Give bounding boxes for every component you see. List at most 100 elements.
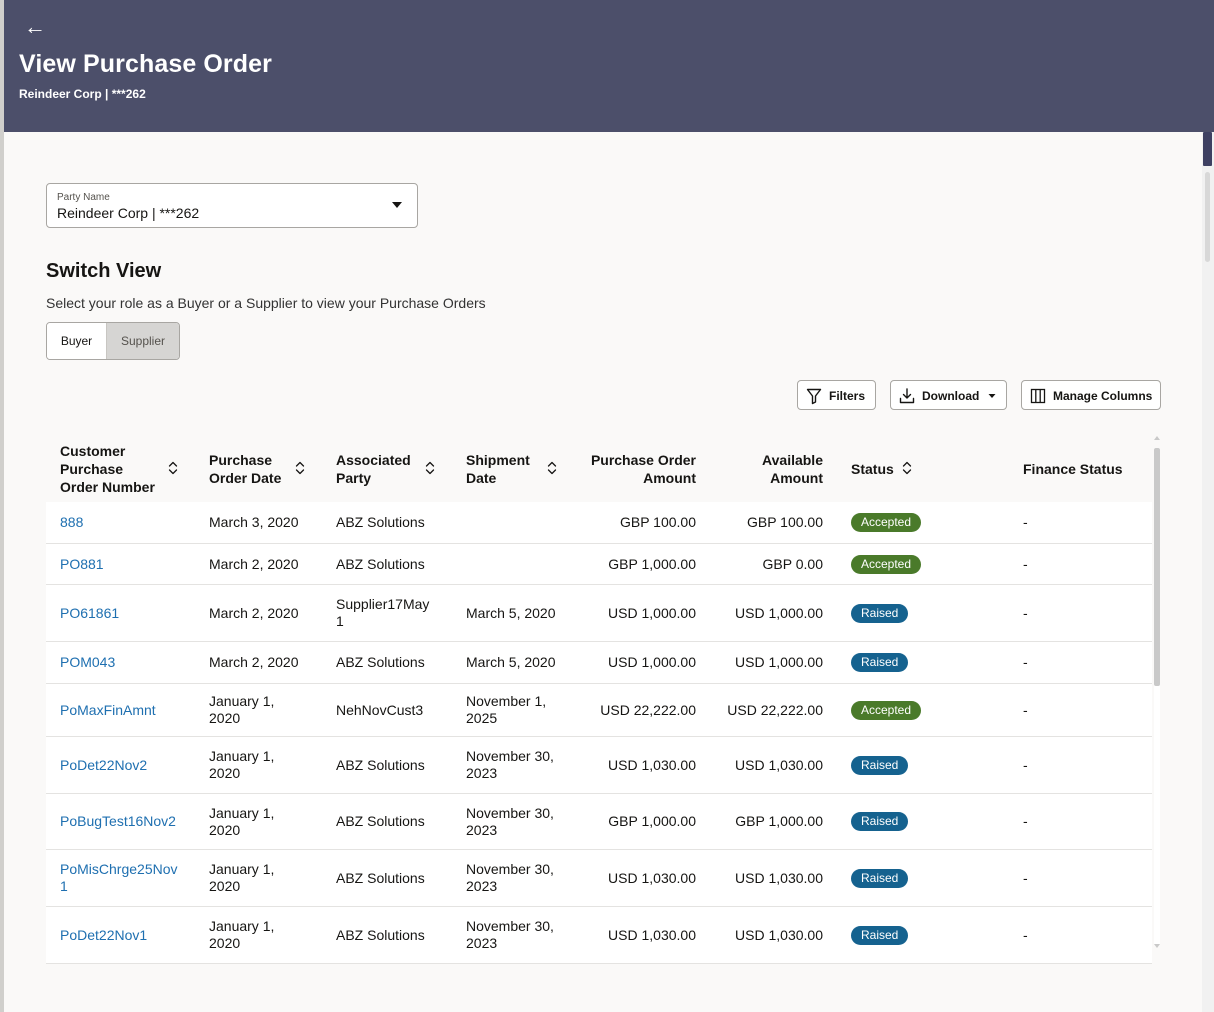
filters-button[interactable]: Filters [797,380,876,410]
page-scrollbar[interactable] [1202,132,1214,1012]
page-header: ← View Purchase Order Reindeer Corp | **… [4,0,1214,132]
status-badge: Accepted [851,513,922,532]
table-row: PoBugTest16Nov2 January 1, 2020 ABZ Solutio… [46,794,1152,850]
available-amount: GBP 1,000.00 [735,813,823,829]
finance-status: - [1023,702,1028,718]
status-badge: Raised [851,869,909,888]
finance-status: - [1023,556,1028,572]
columns-icon [1030,381,1046,422]
associated-party: ABZ Solutions [336,927,425,943]
po-amount: USD 22,222.00 [600,702,696,718]
download-button[interactable]: Download [890,380,1007,410]
sort-icon[interactable] [902,461,912,475]
buyer-toggle-button[interactable]: Buyer [47,323,107,359]
shipment-date: November 30, 2023 [466,805,554,838]
header-available-amount: Available Amount [762,452,823,486]
party-name-select[interactable]: Party Name Reindeer Corp | ***262 [46,183,418,228]
finance-status: - [1023,757,1028,773]
status-badge: Raised [851,604,909,623]
po-date: January 1, 2020 [209,805,275,838]
shipment-date: November 30, 2023 [466,918,554,951]
shipment-date: November 30, 2023 [466,748,554,781]
role-toggle: Buyer Supplier [46,322,180,360]
po-number-link[interactable]: 888 [60,514,190,531]
po-date: January 1, 2020 [209,918,275,951]
associated-party: ABZ Solutions [336,870,425,886]
finance-status: - [1023,605,1028,621]
shipment-date: November 30, 2023 [466,861,554,894]
po-number-link[interactable]: PoDet22Nov1 [60,927,190,944]
table-scrollbar-thumb[interactable] [1154,448,1160,686]
po-amount: USD 1,000.00 [608,605,696,621]
associated-party: ABZ Solutions [336,556,425,572]
shipment-date: March 5, 2020 [466,654,556,670]
sort-icon[interactable] [295,461,305,475]
page-subtitle: Reindeer Corp | ***262 [19,87,146,101]
available-amount: USD 1,030.00 [735,757,823,773]
sort-icon[interactable] [547,461,557,475]
header-finance-status: Finance Status [1023,461,1123,477]
scroll-up-arrow-icon[interactable] [1154,436,1160,440]
filter-icon [806,381,822,422]
back-arrow-icon[interactable]: ← [24,14,50,40]
finance-status: - [1023,927,1028,943]
header-customer-po-number[interactable]: Customer Purchase Order Number [60,442,170,496]
table-row: 888 March 3, 2020 ABZ Solutions GBP 100.00 G… [46,502,1152,544]
status-badge: Raised [851,653,909,672]
po-date: January 1, 2020 [209,693,275,726]
header-purchase-order-date[interactable]: Purchase Order Date [209,451,299,487]
shipment-date: March 5, 2020 [466,605,556,621]
table-row: PO881 March 2, 2020 ABZ Solutions GBP 1,000… [46,544,1152,585]
manage-columns-button[interactable]: Manage Columns [1021,380,1161,410]
associated-party: ABZ Solutions [336,514,425,530]
po-number-link[interactable]: POM043 [60,654,190,671]
associated-party: Supplier17May 1 [336,596,430,629]
finance-status: - [1023,813,1028,829]
supplier-toggle-button[interactable]: Supplier [107,323,179,359]
page-scrollbar-track [1205,172,1210,262]
status-badge: Raised [851,812,909,831]
po-date: March 3, 2020 [209,514,299,530]
available-amount: USD 1,000.00 [735,654,823,670]
associated-party: ABZ Solutions [336,757,425,773]
po-amount: GBP 100.00 [619,514,696,530]
po-amount: USD 1,030.00 [608,870,696,886]
available-amount: GBP 100.00 [746,514,823,530]
page-scrollbar-thumb[interactable] [1203,132,1212,166]
associated-party: ABZ Solutions [336,654,425,670]
available-amount: USD 22,222.00 [727,702,823,718]
header-associated-party[interactable]: Associated Party [336,451,426,487]
po-date: March 2, 2020 [209,605,299,621]
finance-status: - [1023,870,1028,886]
status-badge: Accepted [851,555,922,574]
header-purchase-order-amount: Purchase Order Amount [590,452,696,486]
po-number-link[interactable]: PoMisChrge25Nov 1 [60,861,190,895]
sort-icon[interactable] [425,461,435,475]
po-number-link[interactable]: PO61861 [60,605,190,622]
scroll-down-arrow-icon[interactable] [1154,944,1160,948]
finance-status: - [1023,514,1028,530]
table-scrollbar[interactable] [1154,436,1162,952]
po-amount: USD 1,030.00 [608,927,696,943]
po-number-link[interactable]: PO881 [60,556,190,573]
caret-down-icon [987,381,997,422]
po-number-link[interactable]: PoBugTest16Nov2 [60,813,190,830]
sort-icon[interactable] [168,461,178,475]
table-row: PoMisChrge25Nov 1 January 1, 2020 ABZ Soluti… [46,850,1152,907]
shipment-date: November 1, 2025 [466,693,547,726]
download-icon [899,381,915,422]
po-amount: USD 1,030.00 [608,757,696,773]
header-shipment-date[interactable]: Shipment Date [466,451,556,487]
switch-view-description: Select your role as a Buyer or a Supplie… [46,295,486,311]
po-number-link[interactable]: PoMaxFinAmnt [60,702,190,719]
finance-status: - [1023,654,1028,670]
table-row: PoDet22Nov1 January 1, 2020 ABZ Solutions No… [46,907,1152,964]
caret-down-icon[interactable] [392,202,402,208]
po-amount: GBP 1,000.00 [608,813,696,829]
switch-view-title: Switch View [46,260,162,282]
po-number-link[interactable]: PoDet22Nov2 [60,757,190,774]
table-row: PO61861 March 2, 2020 Supplier17May 1 March … [46,585,1152,642]
po-amount: GBP 1,000.00 [608,556,696,572]
associated-party: NehNovCust3 [336,702,424,718]
status-badge: Raised [851,926,909,945]
